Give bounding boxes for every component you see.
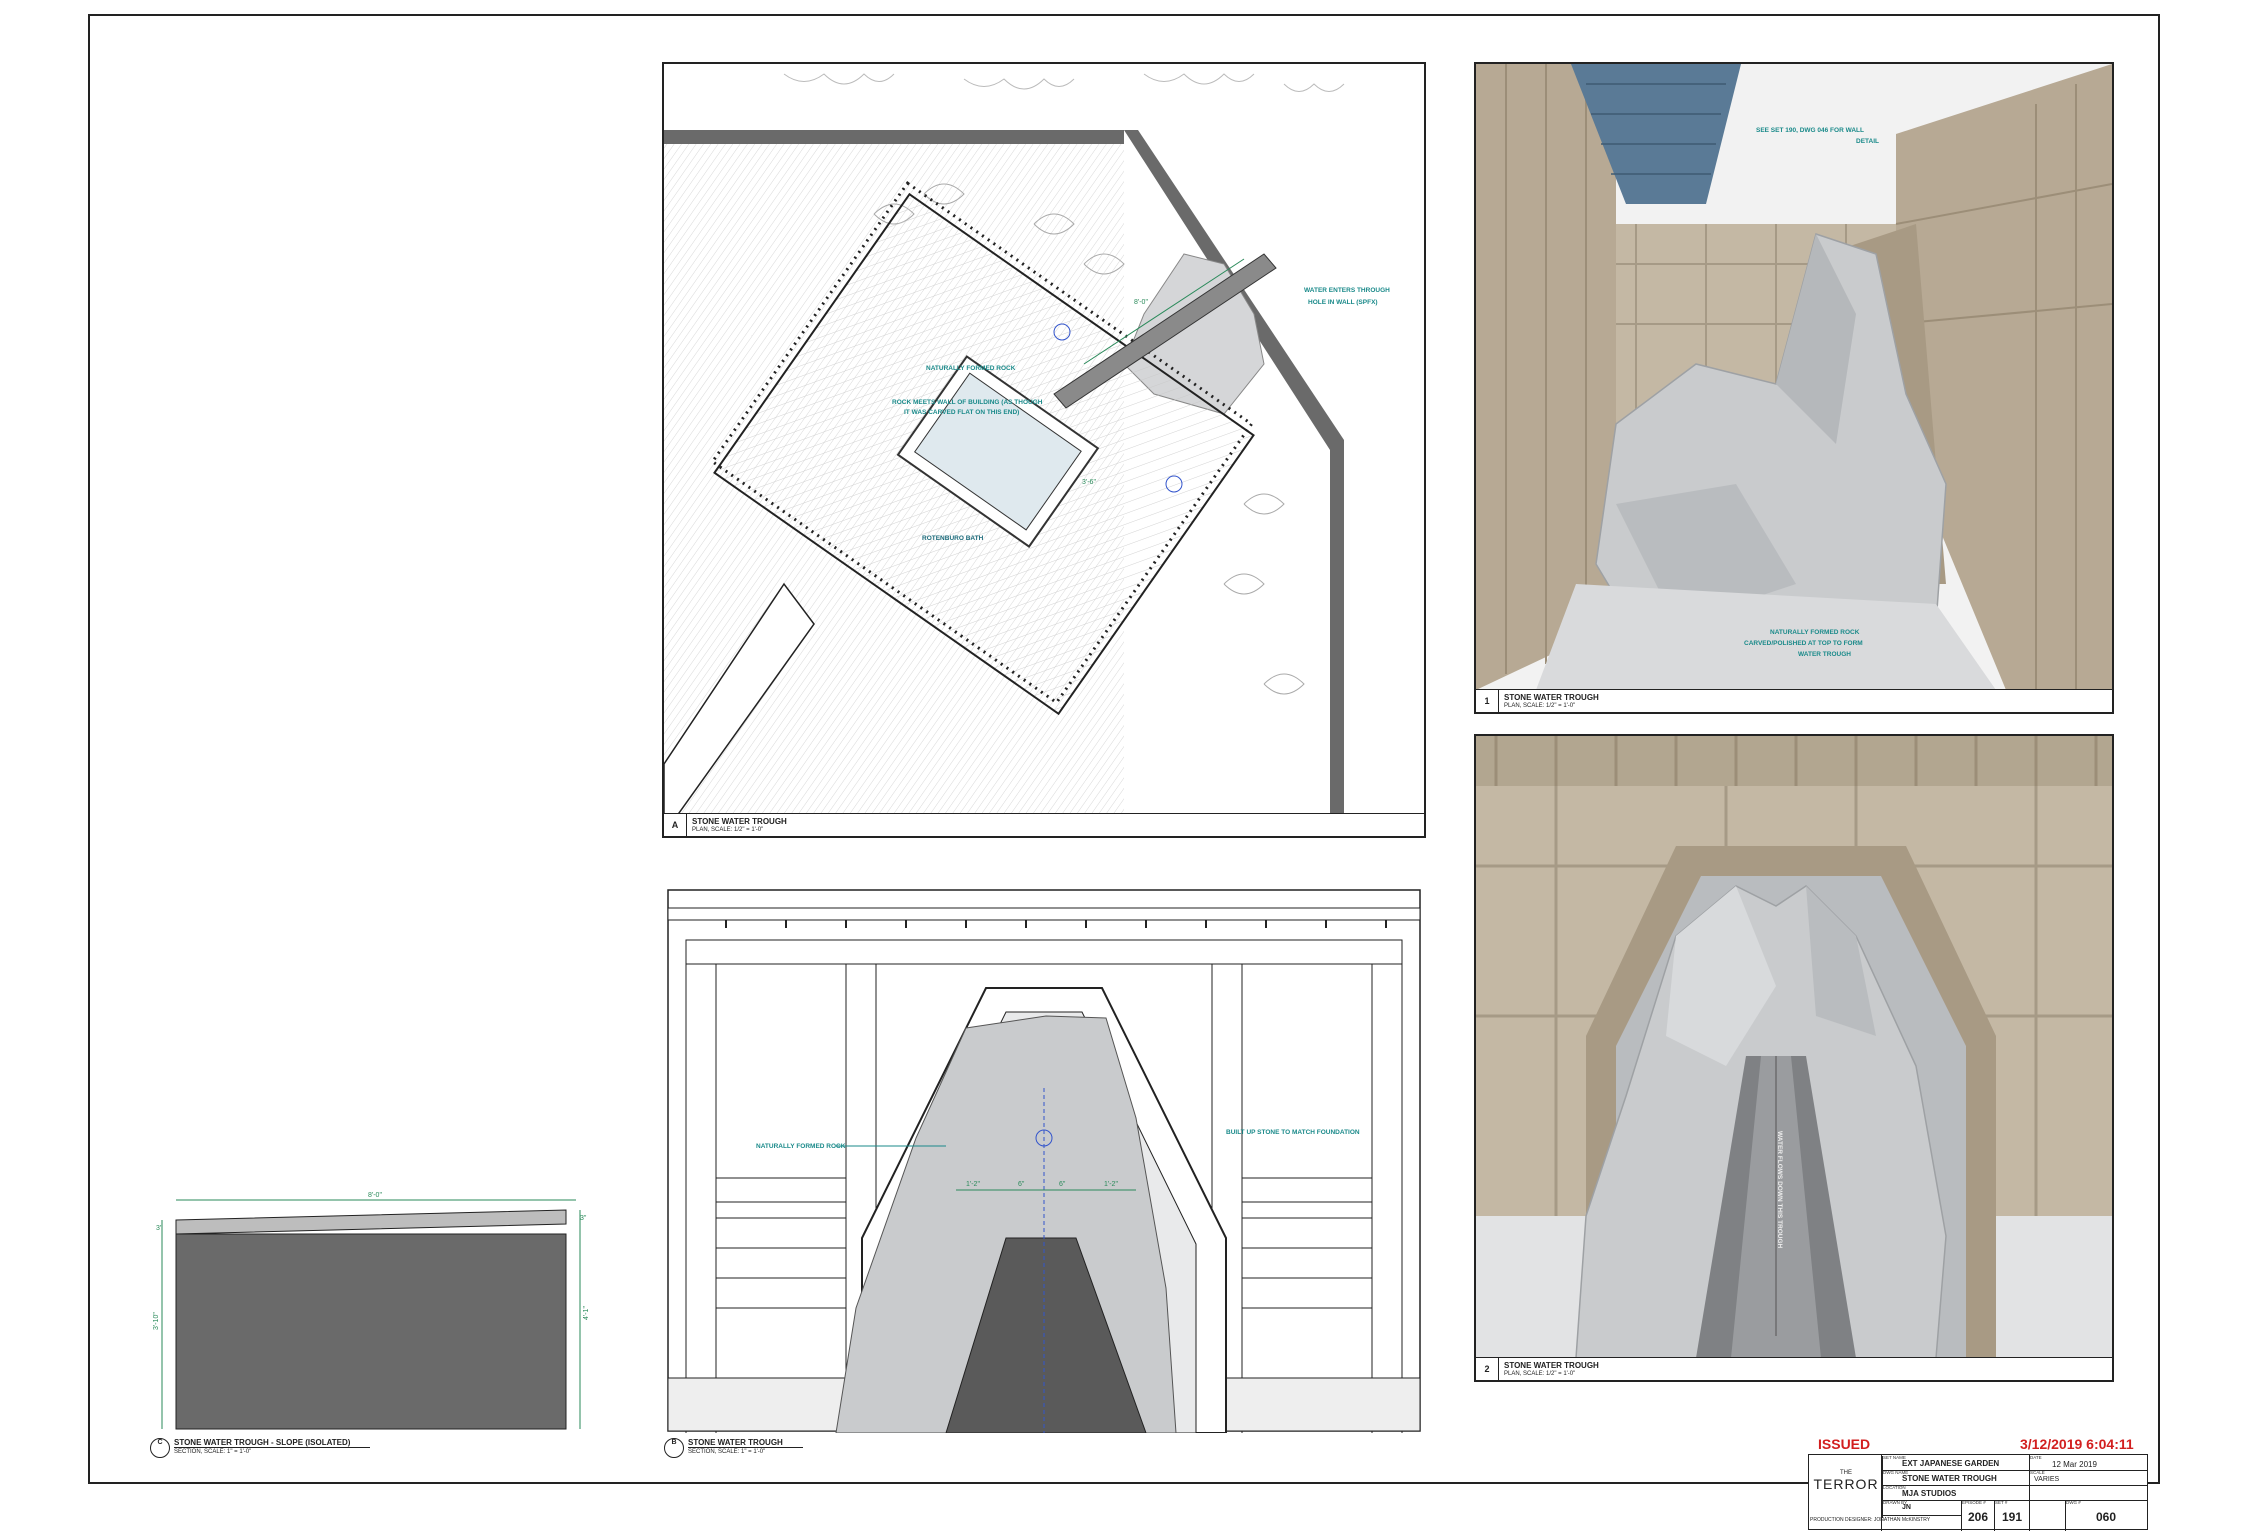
- section-dim-right: 4'-1": [583, 1306, 590, 1320]
- view2-caption-scale: PLAN, SCALE: 1/2" = 1'-0": [1504, 1371, 1576, 1377]
- label-rock-meets-2: IT WAS CARVED FLAT ON THIS END): [904, 409, 1019, 416]
- elev-dim-2: 6": [1018, 1181, 1025, 1188]
- label-rock-1: NATURALLY FORMED ROCK: [1770, 629, 1860, 636]
- trough-slope-top: [175, 1209, 567, 1235]
- plan-caption-scale: PLAN, SCALE: 1/2" = 1'-0": [692, 827, 764, 833]
- field-dwg-no: DWG #: [2066, 1500, 2081, 1505]
- section-caption-title: STONE WATER TROUGH - SLOPE (ISOLATED): [174, 1438, 371, 1448]
- date-value: 12 Mar 2019: [2052, 1460, 2097, 1469]
- field-date: DATE: [2030, 1455, 2042, 1460]
- east-wall: [1330, 440, 1344, 814]
- elevation-drawing: 1'-2" 6" 6" 1'-2" NATURALLY FORMED ROCK …: [667, 889, 1421, 1435]
- elevation-panel: 1'-2" 6" 6" 1'-2" NATURALLY FORMED ROCK …: [666, 888, 1422, 1435]
- drawing-name: STONE WATER TROUGH: [1902, 1474, 1997, 1483]
- plan-view-panel: 8'-0" 3'-6" WATER ENTERS THROUGH HOLE IN…: [662, 62, 1426, 838]
- view2-caption-number: 2: [1476, 1358, 1499, 1380]
- view1-caption-title: STONE WATER TROUGH: [1504, 693, 1599, 702]
- section-dim-top-right: 3": [580, 1215, 587, 1222]
- view2-caption-title: STONE WATER TROUGH: [1504, 1361, 1599, 1370]
- location-value: MJA STUDIOS: [1902, 1489, 1957, 1498]
- elev-dim-3: 6": [1059, 1181, 1066, 1188]
- label-built-up: BUILT UP STONE TO MATCH FOUNDATION: [1226, 1129, 1360, 1136]
- view1-caption: 1 STONE WATER TROUGH PLAN, SCALE: 1/2" =…: [1476, 689, 2112, 712]
- section-caption: C STONE WATER TROUGH - SLOPE (ISOLATED) …: [150, 1438, 450, 1462]
- elevation-caption-number: B: [664, 1438, 684, 1458]
- label-see-set: SEE SET 190, DWG 046 FOR WALL: [1756, 127, 1864, 134]
- elevation-caption: B STONE WATER TROUGH SECTION, SCALE: 1" …: [664, 1438, 964, 1462]
- section-panel: 8'-0" 3'-10" 4'-1" 3" 3": [140, 1190, 600, 1430]
- section-caption-scale: SECTION, SCALE: 1" = 1'-0": [174, 1449, 252, 1455]
- plan-drawing: 8'-0" 3'-6" WATER ENTERS THROUGH HOLE IN…: [664, 73, 1390, 814]
- issued-timestamp: 3/12/2019 6:04:11: [2020, 1436, 2134, 1452]
- label-elev-rock: NATURALLY FORMED ROCK: [756, 1143, 846, 1150]
- drawing-number: 060: [2095, 1510, 2117, 1524]
- label-rock-meets: ROCK MEETS WALL OF BUILDING (AS THOUGH: [892, 399, 1043, 406]
- elevation-caption-scale: SECTION, SCALE: 1" = 1'-0": [688, 1449, 766, 1455]
- plan-caption-title: STONE WATER TROUGH: [692, 817, 787, 826]
- plan-dim-width: 3'-6": [1082, 479, 1096, 486]
- render-view-1: SEE SET 190, DWG 046 FOR WALL DETAIL NAT…: [1476, 64, 2112, 690]
- view1-caption-scale: PLAN, SCALE: 1/2" = 1'-0": [1504, 703, 1576, 709]
- episode-number: 206: [1967, 1510, 1989, 1524]
- elev-dim-4: 1'-2": [1104, 1181, 1118, 1188]
- label-bath: ROTENBURO BATH: [922, 535, 984, 542]
- section-dim-left: 3'-10": [153, 1312, 160, 1330]
- drawn-by: JN: [1902, 1504, 1911, 1511]
- section-dim-width: 8'-0": [368, 1192, 382, 1199]
- section-drawing: 8'-0" 3'-10" 4'-1" 3" 3": [153, 1192, 590, 1430]
- render-view-1-panel: SEE SET 190, DWG 046 FOR WALL DETAIL NAT…: [1474, 62, 2114, 714]
- plan-caption-number: A: [664, 814, 687, 836]
- plan-caption: A STONE WATER TROUGH PLAN, SCALE: 1/2" =…: [664, 813, 1424, 836]
- label-see-set-2: DETAIL: [1856, 138, 1879, 145]
- set-number: 191: [2001, 1510, 2023, 1524]
- view1-caption-number: 1: [1476, 690, 1499, 712]
- issued-label: ISSUED: [1818, 1436, 1871, 1452]
- field-set-no: SET #: [1995, 1500, 2008, 1505]
- field-scale: SCALE: [2030, 1470, 2045, 1475]
- show-logo: THE TERROR: [1810, 1456, 1883, 1518]
- trough-slope-body: [175, 1233, 567, 1430]
- label-flow: WATER FLOWS DOWN THIS TROUGH: [1776, 1131, 1783, 1249]
- section-dim-top-left: 3": [156, 1225, 163, 1232]
- label-naturally-formed: NATURALLY FORMED ROCK: [926, 365, 1016, 372]
- view2-caption: 2 STONE WATER TROUGH PLAN, SCALE: 1/2" =…: [1476, 1357, 2112, 1380]
- plan-dim-length: 8'-0": [1134, 299, 1148, 306]
- north-wall: [664, 130, 1124, 144]
- show-logo-name: TERROR: [1813, 1476, 1879, 1492]
- elevation-caption-title: STONE WATER TROUGH: [688, 1438, 803, 1448]
- label-water-enters-2: HOLE IN WALL (SPFX): [1308, 299, 1378, 306]
- set-name: EXT JAPANESE GARDEN: [1902, 1459, 2000, 1468]
- render-view-2-panel: WATER FLOWS DOWN THIS TROUGH 2 STONE WAT…: [1474, 734, 2114, 1382]
- label-rock-2: CARVED/POLISHED AT TOP TO FORM: [1744, 640, 1863, 647]
- field-episode: EPISODE #: [1962, 1500, 1986, 1505]
- elev-dim-1: 1'-2": [966, 1181, 980, 1188]
- section-caption-number: C: [150, 1438, 170, 1458]
- production-designer: PRODUCTION DESIGNER: JONATHAN McKINSTRY: [1810, 1517, 1931, 1523]
- scale-value: VARIES: [2034, 1476, 2060, 1483]
- render-view-2: WATER FLOWS DOWN THIS TROUGH: [1476, 736, 2112, 1358]
- label-rock-3: WATER TROUGH: [1798, 651, 1851, 658]
- label-water-enters: WATER ENTERS THROUGH: [1304, 287, 1390, 294]
- foliage-top: [783, 73, 1345, 92]
